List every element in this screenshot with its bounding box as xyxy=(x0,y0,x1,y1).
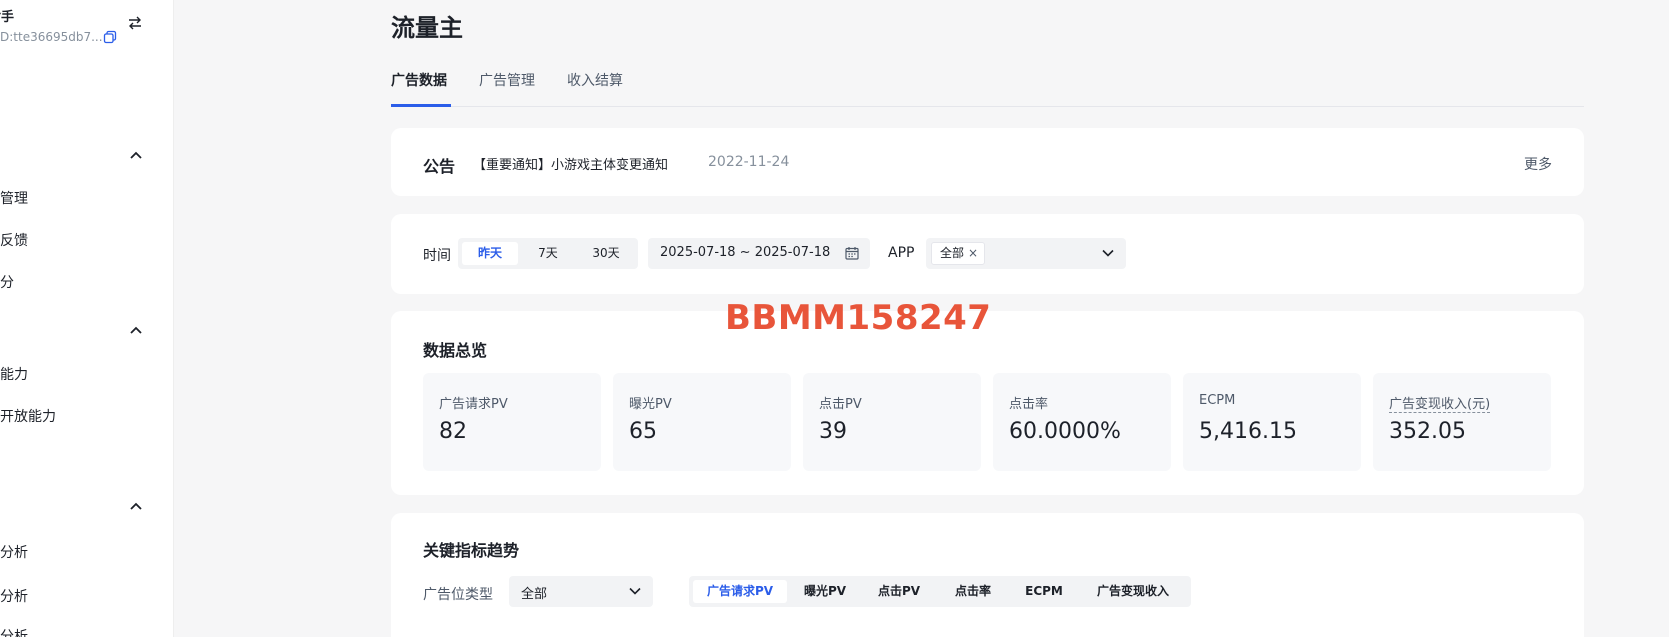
account-name: 射手 xyxy=(0,10,15,25)
more-link[interactable]: 更多 xyxy=(1524,154,1552,174)
chevron-up-icon[interactable] xyxy=(129,501,143,511)
chevron-down-icon xyxy=(1102,249,1114,257)
trend-title: 关键指标趋势 xyxy=(423,541,520,560)
metric-label: 点击率 xyxy=(1009,397,1049,412)
watermark-text: BBMM158247 xyxy=(725,298,992,338)
metric-card: 广告变现收入(元) 352.05 xyxy=(1373,373,1551,471)
app-tag-label: 全部 xyxy=(940,246,965,260)
time-label: 时间 xyxy=(423,248,451,264)
metric-option-click-pv[interactable]: 点击PV xyxy=(863,580,935,603)
time-option-yesterday[interactable]: 昨天 xyxy=(462,242,518,265)
sidebar-item[interactable]: 分析 xyxy=(0,626,28,637)
time-range-segmented: 昨天 7天 30天 xyxy=(458,238,638,269)
switch-account-icon[interactable] xyxy=(127,16,143,30)
metric-label-with-tooltip[interactable]: 广告变现收入(元) xyxy=(1389,393,1491,413)
metric-value: 5,416.15 xyxy=(1199,419,1297,444)
sidebar-item[interactable]: 管理 xyxy=(0,188,28,208)
metric-option-exposure-pv[interactable]: 曝光PV xyxy=(789,580,861,603)
tag-remove-icon[interactable]: × xyxy=(968,243,978,264)
metric-option-revenue[interactable]: 广告变现收入 xyxy=(1079,580,1187,603)
date-range-picker[interactable]: 2025-07-18 ~ 2025-07-18 xyxy=(648,238,870,269)
metric-value: 352.05 xyxy=(1389,419,1466,444)
tab-ad-management[interactable]: 广告管理 xyxy=(479,70,535,90)
sidebar: 射手 D:tte36695db7... 管理 反馈 分 能力 开放能力 分析 分… xyxy=(0,0,174,637)
metric-option-request-pv[interactable]: 广告请求PV xyxy=(693,580,787,603)
overview-card: 数据总览 广告请求PV 82 曝光PV 65 点击PV 39 点击率 60.00… xyxy=(391,311,1584,495)
metric-card: ECPM 5,416.15 xyxy=(1183,373,1361,471)
metric-label: 曝光PV xyxy=(629,397,672,412)
filter-card: 时间 昨天 7天 30天 2025-07-18 ~ 2025-07-18 APP… xyxy=(391,214,1584,294)
metric-option-ecpm[interactable]: ECPM xyxy=(1011,580,1077,603)
calendar-icon xyxy=(845,247,859,260)
metric-card: 点击PV 39 xyxy=(803,373,981,471)
notice-date: 2022-11-24 xyxy=(708,154,790,170)
chevron-up-icon[interactable] xyxy=(129,150,143,160)
metric-label: 广告请求PV xyxy=(439,397,508,412)
sidebar-item[interactable]: 开放能力 xyxy=(0,406,56,426)
app-tag: 全部 × xyxy=(931,242,986,265)
date-range-value: 2025-07-18 ~ 2025-07-18 xyxy=(660,245,831,260)
metric-value: 65 xyxy=(629,419,657,444)
sidebar-item[interactable]: 分析 xyxy=(0,586,28,606)
tab-income-settlement[interactable]: 收入结算 xyxy=(567,70,623,90)
tab-bar: 广告数据 广告管理 收入结算 xyxy=(391,70,1584,107)
app-label: APP xyxy=(888,245,915,261)
time-option-30days[interactable]: 30天 xyxy=(578,242,634,265)
metric-card: 曝光PV 65 xyxy=(613,373,791,471)
metric-value: 39 xyxy=(819,419,847,444)
sidebar-item[interactable]: 反馈 xyxy=(0,230,28,250)
sidebar-item[interactable]: 能力 xyxy=(0,364,28,384)
metric-card: 点击率 60.0000% xyxy=(993,373,1171,471)
ad-type-select[interactable]: 全部 xyxy=(509,576,653,607)
notice-card: 公告 【重要通知】小游戏主体变更通知 2022-11-24 更多 xyxy=(391,128,1584,196)
notice-label: 公告 xyxy=(423,157,456,176)
trend-card: 关键指标趋势 广告位类型 全部 广告请求PV 曝光PV 点击PV 点击率 ECP… xyxy=(391,513,1584,637)
ad-type-value: 全部 xyxy=(521,587,548,602)
metric-value: 82 xyxy=(439,419,467,444)
app-select[interactable]: 全部 × xyxy=(926,238,1126,269)
chevron-up-icon[interactable] xyxy=(129,325,143,335)
metric-value: 60.0000% xyxy=(1009,419,1121,444)
tab-ad-data[interactable]: 广告数据 xyxy=(391,70,447,90)
metric-label: 点击PV xyxy=(819,397,862,412)
sidebar-item[interactable]: 分析 xyxy=(0,542,28,562)
metric-label: ECPM xyxy=(1199,393,1236,408)
notice-link[interactable]: 【重要通知】小游戏主体变更通知 xyxy=(473,154,668,173)
sidebar-item[interactable]: 分 xyxy=(0,272,14,292)
metric-option-ctr[interactable]: 点击率 xyxy=(937,580,1009,603)
metric-segmented: 广告请求PV 曝光PV 点击PV 点击率 ECPM 广告变现收入 xyxy=(689,576,1191,607)
metric-card: 广告请求PV 82 xyxy=(423,373,601,471)
account-id: D:tte36695db7... xyxy=(0,30,103,44)
active-tab-indicator xyxy=(391,104,451,107)
page-title: 流量主 xyxy=(391,14,463,42)
chevron-down-icon xyxy=(629,587,641,595)
time-option-7days[interactable]: 7天 xyxy=(520,242,576,265)
ad-type-label: 广告位类型 xyxy=(423,587,493,603)
overview-title: 数据总览 xyxy=(423,341,488,360)
copy-icon[interactable] xyxy=(103,30,117,44)
main-content: 流量主 广告数据 广告管理 收入结算 公告 【重要通知】小游戏主体变更通知 20… xyxy=(174,0,1669,637)
